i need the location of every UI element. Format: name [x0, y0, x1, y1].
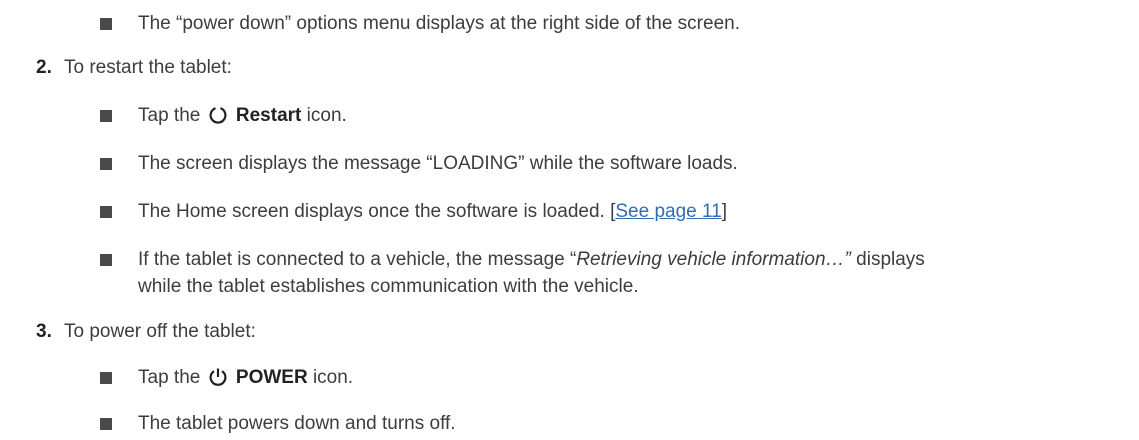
- bullet-square-icon: [100, 158, 112, 170]
- b3-suffix: displays: [850, 249, 925, 270]
- bullet-text-with-link: The Home screen displays once the softwa…: [138, 200, 727, 224]
- b3-italic-message: Retrieving vehicle information…”: [576, 249, 851, 270]
- bullet-text: The “power down” options menu displays a…: [138, 13, 740, 34]
- bullet-square-icon: [100, 254, 112, 266]
- step-text: To power off the tablet:: [64, 321, 256, 342]
- restart-label: Restart: [235, 105, 302, 126]
- power-label: POWER: [235, 367, 308, 388]
- bullet-text: The Home screen displays once the softwa…: [138, 201, 616, 222]
- b3-continuation: while the tablet establishes communicati…: [138, 276, 639, 297]
- tap-suffix: icon.: [312, 367, 354, 388]
- power-icon: [208, 367, 228, 394]
- tap-restart-text: Tap the Restart icon.: [138, 104, 347, 132]
- bullet-square-icon: [100, 206, 112, 218]
- bullet-square-icon: [100, 110, 112, 122]
- tap-prefix: Tap the: [138, 105, 201, 126]
- see-page-link[interactable]: See page 11: [615, 201, 721, 222]
- bullet-text: If the tablet is connected to a vehicle,…: [138, 248, 925, 272]
- tap-prefix: Tap the: [138, 367, 201, 388]
- b3-prefix: If the tablet is connected to a vehicle,…: [138, 249, 577, 270]
- step-number: 3.: [36, 321, 52, 342]
- bullet-square-icon: [100, 18, 112, 30]
- step-text: To restart the tablet:: [64, 57, 232, 78]
- tap-suffix: icon.: [306, 105, 347, 126]
- bullet-text: The screen displays the message “LOADING…: [138, 153, 738, 174]
- bullet-square-icon: [100, 418, 112, 430]
- bullet-square-icon: [100, 372, 112, 384]
- restart-icon: [208, 105, 228, 132]
- step-number: 2.: [36, 57, 52, 78]
- bracket-close: ]: [721, 201, 727, 222]
- tap-power-text: Tap the POWER icon.: [138, 366, 353, 394]
- bullet-text: The tablet powers down and turns off.: [138, 413, 456, 434]
